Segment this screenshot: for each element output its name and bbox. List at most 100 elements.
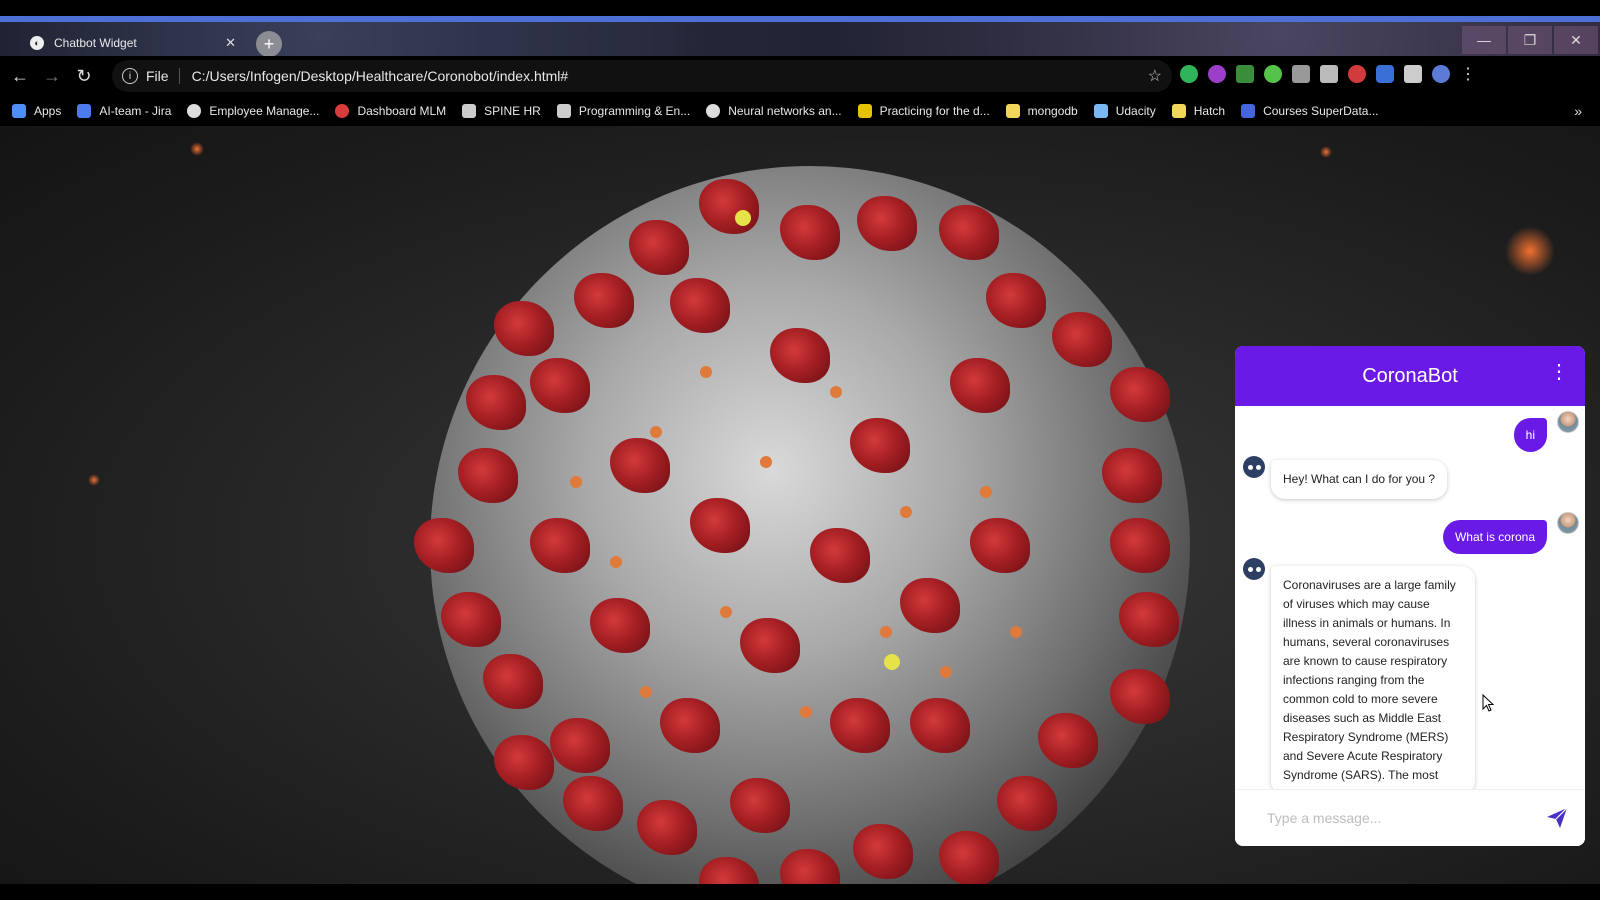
background-particle: [190, 142, 204, 156]
bookmark-label: Dashboard MLM: [357, 104, 447, 118]
bookmark-item[interactable]: Courses SuperData...: [1241, 104, 1378, 118]
extension-icon[interactable]: [1208, 65, 1226, 83]
browser-toolbar: ← → ↻ i File C:/Users/Infogen/Desktop/He…: [0, 56, 1600, 96]
chat-title: CoronaBot: [1362, 364, 1458, 387]
extension-icon[interactable]: [1236, 65, 1254, 83]
screen-bottom-strip: [0, 884, 1600, 900]
bookmark-item[interactable]: Apps: [12, 104, 61, 118]
user-avatar: [1557, 512, 1579, 534]
close-icon[interactable]: ✕: [1554, 26, 1598, 54]
send-icon[interactable]: [1545, 806, 1569, 830]
virus-particle: [880, 626, 892, 638]
bookmark-label: Neural networks an...: [728, 104, 842, 118]
background-particle: [1505, 226, 1555, 276]
back-arrow-icon[interactable]: ←: [4, 66, 36, 87]
bookmark-label: Employee Manage...: [209, 104, 320, 118]
virus-particle: [700, 366, 712, 378]
bookmark-label: AI-team - Jira: [99, 104, 172, 118]
image-icon: [462, 104, 477, 118]
s-icon: [1241, 104, 1256, 118]
bookmarks-overflow-icon[interactable]: »: [1574, 103, 1582, 119]
virus-particle: [900, 506, 912, 518]
url-scheme-label: File: [146, 68, 180, 84]
user-avatar: [1557, 411, 1579, 433]
chat-widget: CoronaBot ⋮ hi Hey! What can I do for yo…: [1235, 346, 1585, 846]
bookmark-label: Courses SuperData...: [1263, 104, 1379, 118]
profile-avatar-icon[interactable]: [1432, 65, 1450, 83]
bookmark-item[interactable]: Dashboard MLM: [335, 104, 446, 118]
virus-particle: [1010, 626, 1022, 638]
virus-particle: [610, 556, 622, 568]
screen-top-strip: [0, 0, 1600, 16]
virus-particle: [760, 456, 772, 468]
virus-particle: [720, 606, 732, 618]
extension-icon[interactable]: [1264, 65, 1282, 83]
tab-close-icon[interactable]: ✕: [225, 35, 236, 51]
virus-spike: [938, 831, 999, 884]
message-input[interactable]: [1267, 810, 1545, 826]
circle-icon: [335, 104, 350, 118]
virus-particle: [800, 706, 812, 718]
virus-spike: [414, 518, 474, 573]
bookmark-item[interactable]: SPINE HR: [462, 104, 541, 118]
reload-icon[interactable]: ↻: [68, 66, 100, 87]
sf-icon: [556, 104, 571, 118]
virus-particle: [940, 666, 952, 678]
bookmark-item[interactable]: AI-team - Jira: [77, 104, 171, 118]
bookmark-item[interactable]: mongodb: [1005, 104, 1078, 118]
bookmark-label: Practicing for the d...: [879, 104, 990, 118]
grammarly-icon[interactable]: [1180, 65, 1198, 83]
bookmark-item[interactable]: Programming & En...: [556, 104, 691, 118]
virus-particle: [830, 386, 842, 398]
globe-icon: [187, 104, 202, 118]
virus-particle: [735, 210, 751, 226]
restore-icon[interactable]: ❐: [1508, 26, 1552, 54]
virus-spike: [493, 734, 554, 790]
minimize-icon[interactable]: —: [1462, 26, 1506, 54]
bookmark-label: SPINE HR: [484, 104, 541, 118]
virus-particle: [980, 486, 992, 498]
bookmark-icon: [857, 104, 872, 118]
globe-icon: ◐: [30, 36, 44, 50]
browser-menu-icon[interactable]: ⋮: [1460, 64, 1476, 84]
background-particle: [88, 474, 100, 486]
background-particle: [1320, 146, 1332, 158]
url-text[interactable]: C:/Users/Infogen/Desktop/Healthcare/Coro…: [192, 68, 569, 84]
forward-arrow-icon[interactable]: →: [36, 66, 68, 87]
kebab-menu-icon[interactable]: ⋮: [1549, 362, 1569, 382]
chat-messages[interactable]: hi Hey! What can I do for you ? What is …: [1235, 406, 1585, 789]
tab-chatbot-widget[interactable]: ◐ Chatbot Widget ✕: [10, 28, 246, 58]
virus-particle: [570, 476, 582, 488]
info-icon[interactable]: i: [122, 68, 138, 84]
udacity-icon: [1093, 104, 1108, 118]
bookmark-item[interactable]: Neural networks an...: [706, 104, 842, 118]
bookmark-label: Hatch: [1193, 104, 1226, 118]
bot-avatar: [1243, 558, 1265, 580]
bookmark-label: Programming & En...: [578, 104, 691, 118]
bookmark-item[interactable]: Practicing for the d...: [857, 104, 990, 118]
user-message: What is corona: [1442, 520, 1547, 554]
extension-icon[interactable]: [1348, 65, 1366, 83]
bookmark-label: Apps: [34, 104, 62, 118]
bookmark-label: mongodb: [1027, 104, 1078, 118]
new-tab-button[interactable]: +: [256, 31, 282, 57]
tab-bar: ◐ Chatbot Widget ✕ + — ❐ ✕: [0, 16, 1600, 58]
shield-icon[interactable]: [1376, 65, 1394, 83]
bookmark-item[interactable]: Udacity: [1093, 104, 1156, 118]
jira-icon: [77, 104, 92, 118]
virus-particle: [650, 426, 662, 438]
puzzle-icon[interactable]: [1404, 65, 1422, 83]
bookmark-item[interactable]: Hatch: [1171, 104, 1226, 118]
virus-particle: [640, 686, 652, 698]
camera-icon[interactable]: [1292, 65, 1310, 83]
chat-header: CoronaBot ⋮: [1235, 346, 1585, 406]
globe-icon: [706, 104, 721, 118]
extension-icon[interactable]: [1320, 65, 1338, 83]
folder-icon: [1171, 104, 1186, 118]
user-message: hi: [1513, 418, 1547, 452]
bookmark-star-icon[interactable]: ☆: [1148, 66, 1162, 86]
bookmark-item[interactable]: Employee Manage...: [187, 104, 319, 118]
address-bar[interactable]: i File C:/Users/Infogen/Desktop/Healthca…: [112, 60, 1172, 92]
bot-message: Hey! What can I do for you ?: [1271, 460, 1448, 499]
extensions-area: ⋮: [1180, 64, 1476, 84]
